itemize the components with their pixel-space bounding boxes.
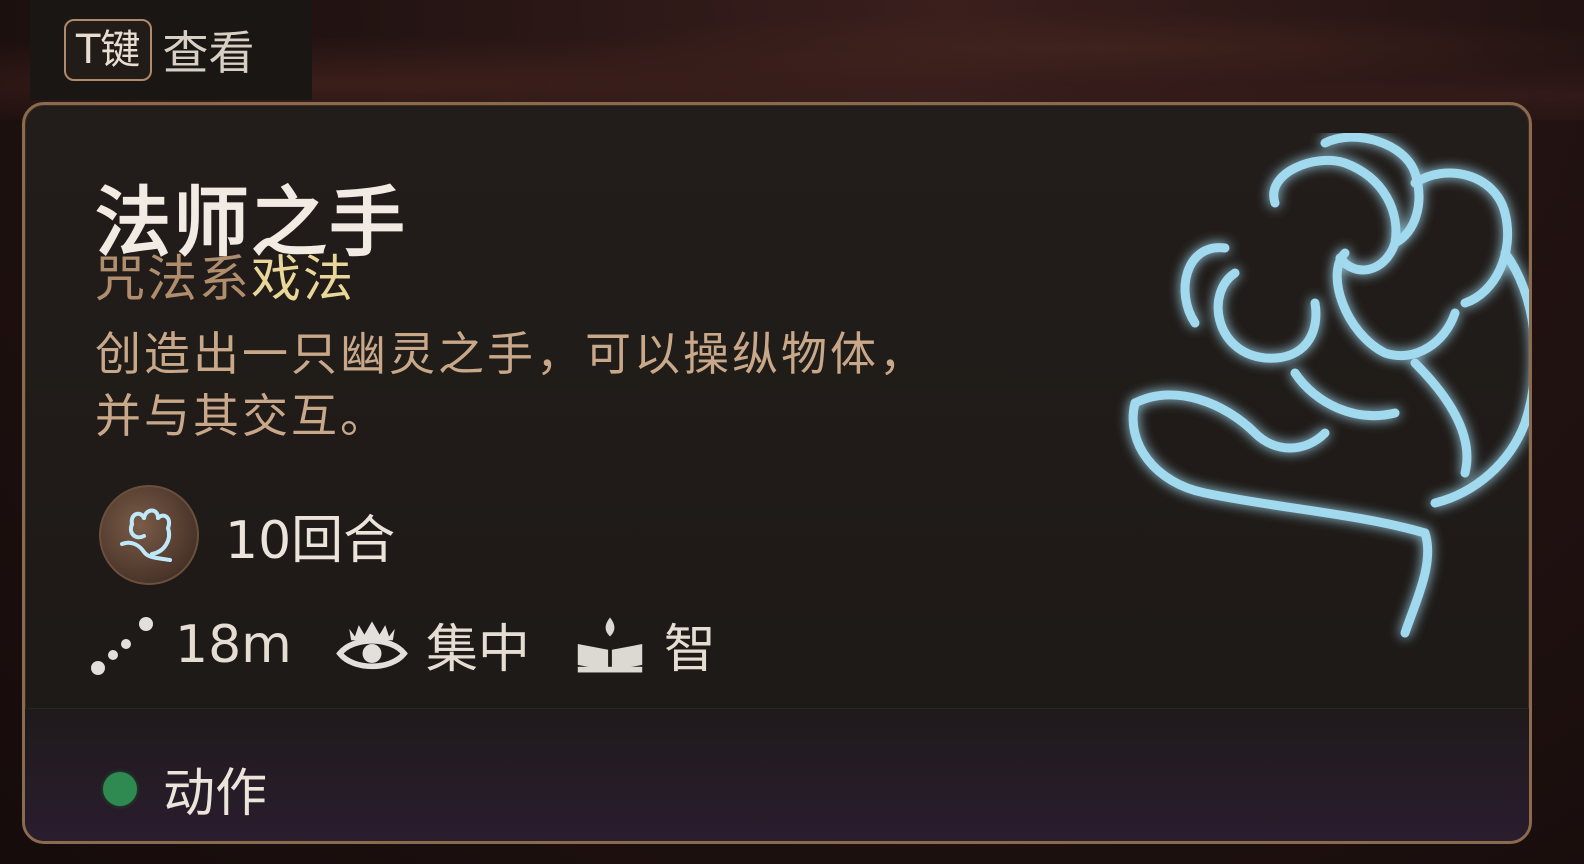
school-prefix: 咒法系 <box>95 250 251 308</box>
description-line-1: 创造出一只幽灵之手，可以操纵物体， <box>95 327 928 381</box>
spell-school: 咒法系戏法 <box>95 239 355 311</box>
mage-hand-icon <box>99 485 199 585</box>
mage-hand-illustration <box>1128 133 1529 638</box>
spell-stats: 18m 集中 智 <box>85 607 760 682</box>
examine-key-hint[interactable]: T键 查看 <box>30 0 312 100</box>
keycap-t: T键 <box>64 19 153 81</box>
duration-row: 10回合 <box>99 485 395 585</box>
eye-icon <box>336 609 408 681</box>
duration-text: 10回合 <box>225 510 396 571</box>
concentration-stat: 集中 <box>336 607 530 682</box>
school-type: 戏法 <box>251 250 355 308</box>
spell-tooltip: 法师之手 咒法系戏法 创造出一只幽灵之手，可以操纵物体， 并与其交互。 10回合 <box>22 102 1532 844</box>
description-line-2: 并与其交互。 <box>95 389 389 443</box>
action-cost: 动作 <box>103 751 267 826</box>
ability-stat: 智 <box>574 607 716 682</box>
range-stat: 18m <box>85 609 292 681</box>
green-dot-icon <box>103 771 137 806</box>
spell-description: 创造出一只幽灵之手，可以操纵物体， 并与其交互。 <box>95 323 1075 447</box>
concentration-text: 集中 <box>425 620 530 680</box>
range-dots-icon <box>85 609 157 681</box>
spellbook-icon <box>574 609 646 681</box>
examine-label: 查看 <box>162 26 255 80</box>
action-text: 动作 <box>163 764 268 824</box>
range-text: 18m <box>175 614 292 675</box>
ability-text: 智 <box>663 620 716 680</box>
